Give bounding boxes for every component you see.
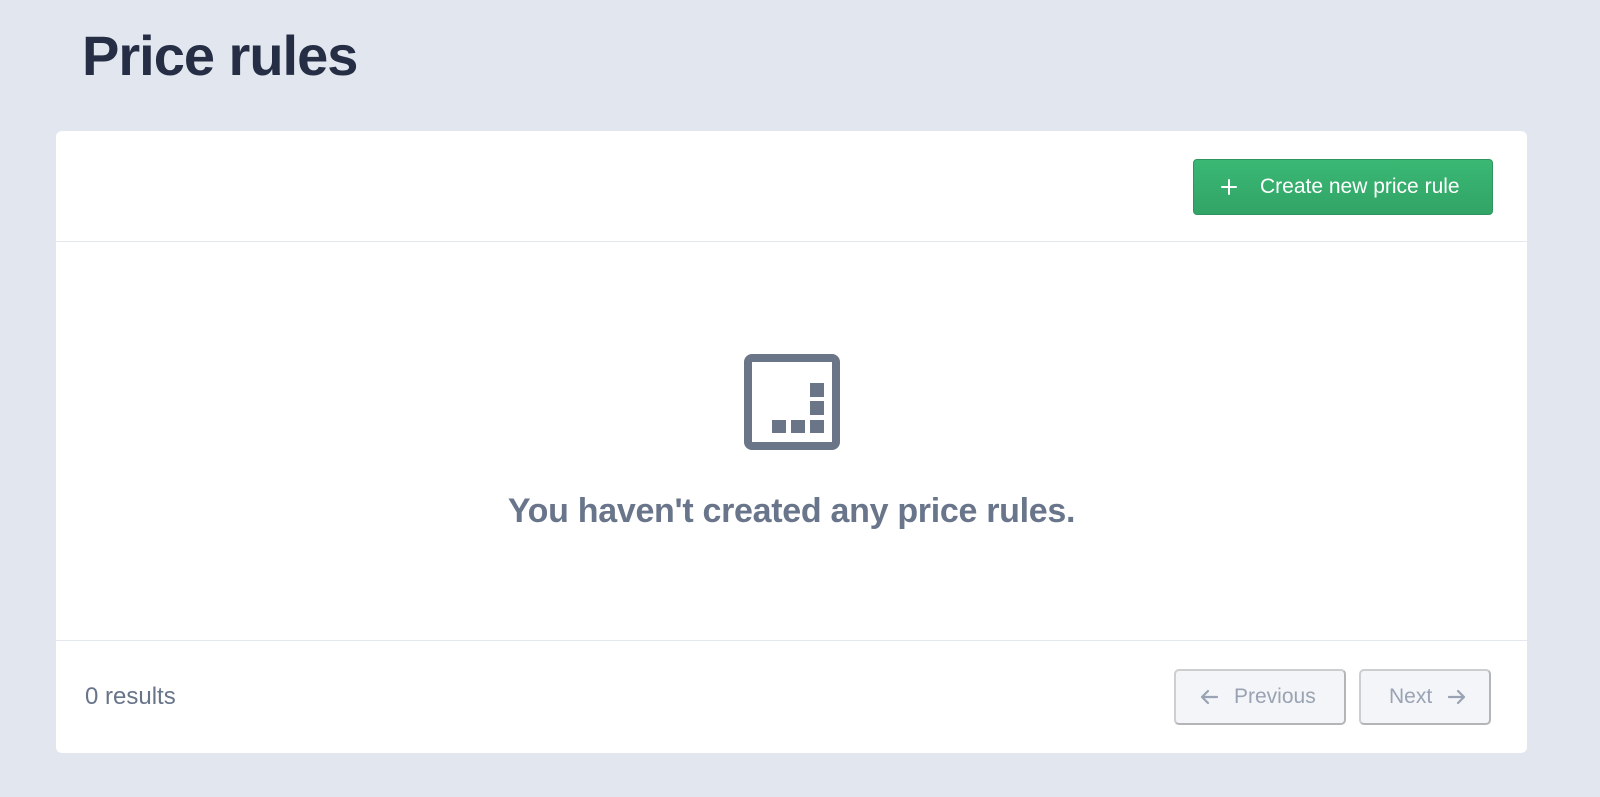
previous-page-button[interactable]: Previous [1174, 669, 1346, 725]
page-title: Price rules [82, 24, 358, 87]
next-label: Next [1389, 685, 1433, 708]
price-rules-card: Create new price rule You haven't create… [56, 131, 1527, 753]
next-page-button[interactable]: Next [1359, 669, 1491, 725]
price-rules-page: Price rules Create new price rule You ha… [0, 0, 1600, 797]
empty-state: You haven't created any price rules. [56, 243, 1527, 640]
card-footer: 0 results Previous Next [56, 640, 1527, 753]
previous-label: Previous [1234, 685, 1316, 708]
plus-icon [1220, 178, 1238, 196]
card-header: Create new price rule [56, 131, 1527, 242]
empty-state-message: You haven't created any price rules. [507, 492, 1076, 530]
arrow-left-icon [1200, 689, 1219, 705]
chart-box-icon [743, 354, 840, 450]
arrow-right-icon [1448, 689, 1466, 705]
create-button-label: Create new price rule [1260, 175, 1460, 198]
results-count: 0 results [85, 683, 176, 710]
create-new-price-rule-button[interactable]: Create new price rule [1193, 159, 1493, 215]
